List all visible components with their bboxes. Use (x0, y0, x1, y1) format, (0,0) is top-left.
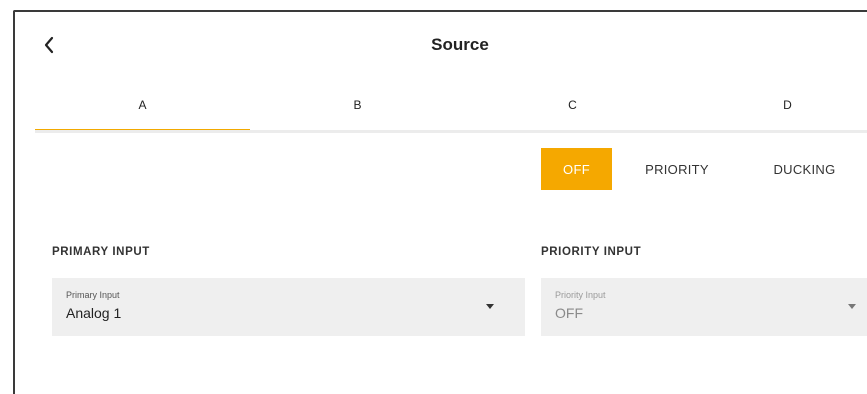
tab-d[interactable]: D (680, 80, 867, 130)
priority-input-select[interactable]: Priority Input OFF (541, 278, 867, 336)
primary-input-field-label: Primary Input (66, 290, 120, 300)
source-panel (13, 10, 867, 394)
app-screen: Source A B C D OFF PRIORITY DUCKING PRIM… (0, 0, 867, 394)
tab-b[interactable]: B (250, 80, 465, 130)
tab-bar: A B C D (35, 80, 867, 131)
caret-down-icon (848, 304, 856, 309)
priority-input-value: OFF (555, 305, 583, 321)
mode-selector: OFF PRIORITY DUCKING (541, 148, 867, 190)
mode-ducking-button[interactable]: DUCKING (742, 148, 867, 190)
primary-input-select[interactable]: Primary Input Analog 1 (52, 278, 525, 336)
page-title: Source (431, 35, 489, 54)
mode-off-button[interactable]: OFF (541, 148, 612, 190)
primary-input-value: Analog 1 (66, 305, 122, 321)
priority-input-heading: PRIORITY INPUT (541, 246, 642, 258)
tab-a[interactable]: A (35, 80, 250, 131)
tab-c[interactable]: C (465, 80, 680, 130)
back-button[interactable] (36, 30, 62, 60)
priority-input-field-label: Priority Input (555, 290, 606, 300)
primary-input-heading: PRIMARY INPUT (52, 246, 150, 258)
tab-divider (35, 130, 867, 133)
chevron-left-icon (44, 36, 54, 54)
mode-priority-button[interactable]: PRIORITY (612, 148, 742, 190)
caret-down-icon (486, 304, 494, 309)
